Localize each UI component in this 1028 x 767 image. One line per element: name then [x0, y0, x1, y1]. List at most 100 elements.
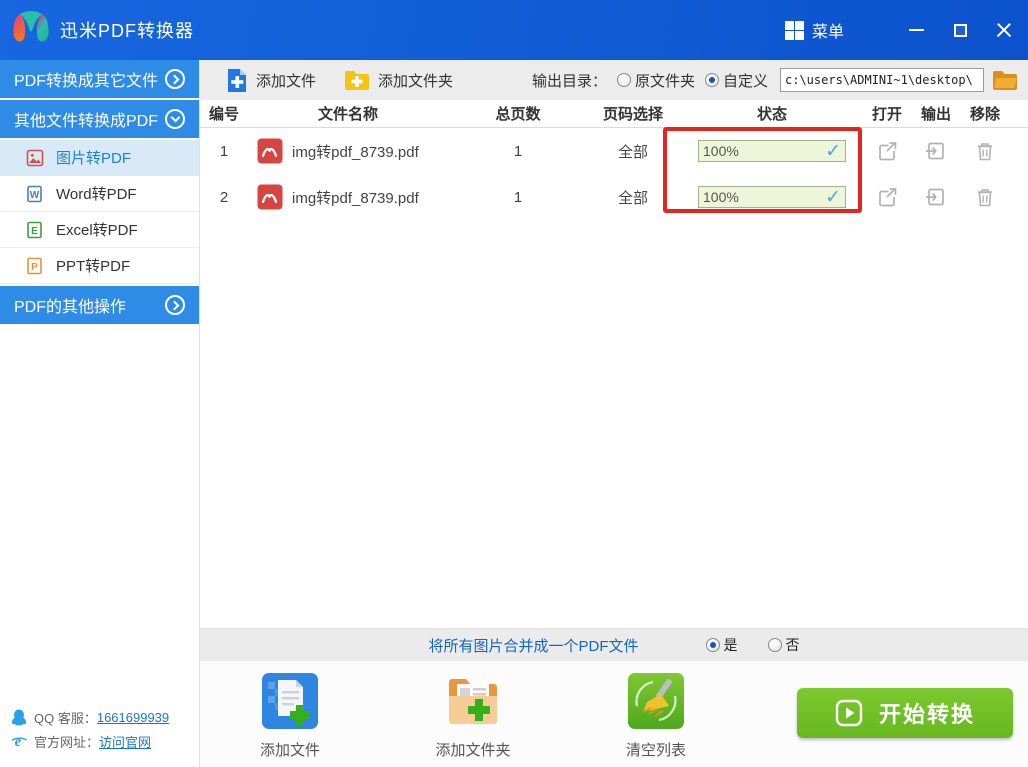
page-count: 1: [513, 142, 523, 160]
remove-file-button[interactable]: [975, 140, 995, 162]
file-name: img转pdf_8739.pdf: [292, 189, 419, 207]
maximize-button[interactable]: [940, 10, 980, 50]
col-header-remove: 移除: [969, 106, 1000, 123]
file-name: img转pdf_8739.pdf: [292, 143, 419, 161]
qq-label: QQ 客服：: [34, 710, 97, 726]
menu-label: 菜单: [811, 24, 844, 41]
radio-icon-checked: [704, 73, 719, 87]
sidebar-item-label: Word转PDF: [56, 186, 137, 203]
merge-label: 将所有图片合并成一个PDF文件: [428, 637, 639, 655]
table-header-row: 编号 文件名称 总页数 页码选择 状态 打开 输出 移除: [200, 100, 1028, 128]
chevron-right-circle-icon: [165, 69, 185, 89]
output-arrow-icon: [926, 142, 944, 160]
add-file-label: 添加文件: [256, 72, 317, 90]
page-count: 1: [513, 188, 523, 206]
radio-custom-label: 自定义: [722, 72, 768, 90]
col-header-range: 页码选择: [602, 106, 663, 123]
file-plus-icon: [228, 68, 246, 92]
start-convert-button[interactable]: 开始转换: [797, 688, 1013, 738]
sidebar-item-ppt-to-pdf[interactable]: P PPT转PDF: [0, 248, 199, 284]
table-row: 1 img转pdf_8739.pdf 1 全部 100% ✓: [200, 128, 1028, 174]
section-label: 其他文件转换成PDF: [14, 113, 159, 130]
radio-custom-folder[interactable]: 自定义: [704, 70, 768, 91]
radio-icon-unchecked: [767, 638, 782, 652]
start-convert-label: 开始转换: [878, 702, 975, 727]
browser-icon: e: [11, 734, 27, 750]
col-header-num: 编号: [208, 106, 239, 123]
qq-contact-row: QQ 客服： 1661699939: [10, 705, 199, 729]
website-link[interactable]: 访问官网: [99, 732, 151, 751]
sidebar-section-pdf-to-other[interactable]: PDF转换成其它文件: [0, 60, 199, 98]
add-folder-button[interactable]: 添加文件夹: [344, 69, 453, 91]
add-file-big-icon: [262, 673, 318, 729]
output-arrow-icon: [926, 188, 944, 206]
minimize-button[interactable]: [896, 10, 936, 50]
external-link-icon: [879, 188, 897, 207]
sidebar-item-label: Excel转PDF: [56, 222, 138, 239]
qq-icon: [11, 709, 27, 726]
footer-add-folder-button[interactable]: 添加文件夹: [413, 661, 533, 767]
app-logo-icon: [13, 11, 49, 42]
sidebar-item-image-to-pdf[interactable]: 图片转PDF: [0, 140, 199, 176]
website-contact-row: e 官方网址： 访问官网: [10, 729, 199, 753]
check-icon: ✓: [825, 140, 841, 162]
open-file-button[interactable]: [876, 186, 898, 208]
footer-add-file-label: 添加文件: [259, 742, 320, 759]
clear-list-broom-icon: [628, 673, 684, 729]
svg-text:P: P: [31, 262, 38, 273]
progress-value: 100%: [703, 143, 739, 159]
progress-bar: 100% ✓: [698, 140, 846, 162]
browse-folder-button[interactable]: [992, 69, 1018, 91]
output-path-input[interactable]: [780, 68, 984, 92]
open-output-button[interactable]: [925, 140, 947, 162]
external-link-icon: [879, 142, 897, 161]
menu-button[interactable]: 菜单: [784, 18, 844, 42]
chevron-right-circle-icon: [165, 295, 185, 315]
sidebar-item-word-to-pdf[interactable]: W Word转PDF: [0, 176, 199, 212]
merge-yes-radio[interactable]: 是: [705, 635, 738, 655]
merge-no-label: 否: [785, 637, 800, 653]
footer-clear-list-label: 清空列表: [625, 742, 686, 759]
pdf-file-icon: [257, 184, 283, 210]
maximize-icon: [953, 23, 967, 37]
ppt-doc-icon: P: [27, 257, 42, 274]
sidebar-section-other-to-pdf[interactable]: 其他文件转换成PDF: [0, 100, 199, 138]
check-icon: ✓: [825, 186, 841, 208]
radio-original-label: 原文件夹: [634, 72, 695, 90]
sidebar-item-excel-to-pdf[interactable]: E Excel转PDF: [0, 212, 199, 248]
col-header-pages: 总页数: [495, 106, 541, 123]
page-range: 全部: [617, 189, 648, 207]
open-output-button[interactable]: [925, 186, 947, 208]
output-dir-label: 输出目录：: [531, 72, 607, 90]
file-table: 编号 文件名称 总页数 页码选择 状态 打开 输出 移除 1 img转pdf_8…: [200, 100, 1028, 628]
col-header-status: 状态: [756, 106, 787, 123]
merge-option-bar: 将所有图片合并成一个PDF文件 是 否: [200, 628, 1028, 661]
merge-no-radio[interactable]: 否: [767, 635, 800, 655]
radio-icon-checked: [705, 638, 720, 652]
add-file-button[interactable]: 添加文件: [226, 68, 316, 93]
website-label: 官方网址：: [34, 734, 100, 750]
radio-original-folder[interactable]: 原文件夹: [616, 70, 695, 91]
sidebar-item-label: PPT转PDF: [56, 258, 131, 275]
sidebar-section-pdf-other-ops[interactable]: PDF的其他操作: [0, 286, 199, 324]
svg-text:E: E: [31, 226, 38, 237]
row-number: 2: [219, 188, 229, 206]
open-file-button[interactable]: [876, 140, 898, 162]
add-folder-big-icon: [449, 679, 497, 724]
add-folder-label: 添加文件夹: [378, 72, 454, 90]
progress-bar: 100% ✓: [698, 186, 846, 208]
page-range: 全部: [617, 143, 648, 161]
footer-clear-list-button[interactable]: 清空列表: [596, 661, 716, 767]
row-number: 1: [219, 142, 229, 160]
remove-file-button[interactable]: [975, 186, 995, 208]
play-icon: [835, 699, 863, 727]
footer-add-file-button[interactable]: 添加文件: [230, 661, 350, 767]
qq-number-link[interactable]: 1661699939: [97, 710, 169, 725]
progress-value: 100%: [703, 189, 739, 205]
close-button[interactable]: [984, 10, 1024, 50]
trash-icon: [978, 189, 992, 207]
contact-panel: QQ 客服： 1661699939 e 官方网址： 访问官网: [0, 701, 199, 767]
close-icon: [996, 22, 1012, 38]
col-header-name: 文件名称: [317, 106, 378, 123]
